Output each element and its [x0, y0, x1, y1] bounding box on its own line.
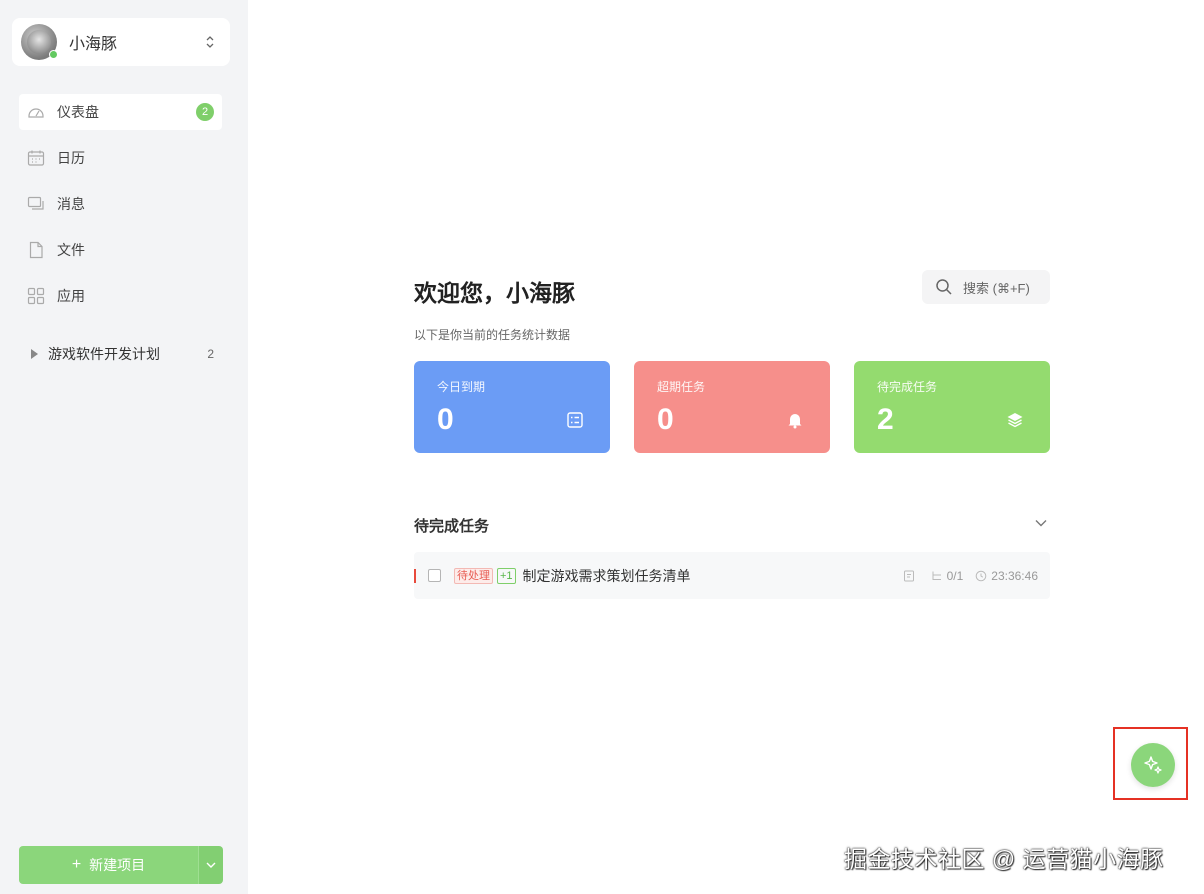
ai-assistant-button[interactable] — [1131, 743, 1175, 787]
online-status-dot — [49, 50, 58, 59]
nav-item-calendar[interactable]: 日历 — [19, 140, 222, 176]
stat-value: 0 — [437, 403, 454, 436]
sidebar: 小海豚 仪表盘 2 日历 消息 文件 应用 游戏软件开发计划 2 + 新建项目 — [0, 0, 248, 894]
task-file-meta — [903, 570, 919, 582]
task-checkbox[interactable] — [428, 569, 441, 582]
chevron-down-icon[interactable] — [1034, 516, 1048, 530]
search-label: 搜索 (⌘+F) — [963, 280, 1030, 296]
nav-item-messages[interactable]: 消息 — [19, 186, 222, 222]
apps-icon — [27, 287, 45, 305]
nav-item-dashboard[interactable]: 仪表盘 2 — [19, 94, 222, 130]
search-button[interactable]: 搜索 (⌘+F) — [922, 270, 1050, 304]
new-project-dropdown[interactable] — [198, 846, 223, 884]
stat-card-overdue[interactable]: 超期任务 0 — [634, 361, 830, 453]
stat-value: 0 — [657, 403, 674, 436]
nav-label: 消息 — [57, 196, 85, 212]
calendar-icon — [27, 149, 45, 167]
stat-card-pending[interactable]: 待完成任务 2 — [854, 361, 1050, 453]
status-badge: 待处理 — [454, 567, 493, 584]
sparkle-icon — [1144, 756, 1162, 774]
user-name: 小海豚 — [69, 36, 118, 53]
task-time-meta: 23:36:46 — [975, 569, 1038, 583]
nav-item-apps[interactable]: 应用 — [19, 278, 222, 314]
project-label: 游戏软件开发计划 — [48, 346, 160, 362]
message-icon — [27, 195, 45, 213]
section-title: 待完成任务 — [414, 518, 490, 535]
project-count: 2 — [207, 347, 214, 361]
calendar-list-icon — [567, 412, 583, 428]
chevron-up-down-icon — [200, 32, 220, 52]
nav-label: 文件 — [57, 242, 85, 258]
project-item[interactable]: 游戏软件开发计划 2 — [31, 343, 214, 365]
user-switcher[interactable]: 小海豚 — [12, 18, 230, 66]
nav-label: 日历 — [57, 150, 85, 166]
watermark: 掘金技术社区 @ 运营猫小海豚 — [844, 846, 1164, 872]
extra-badge: +1 — [497, 567, 516, 584]
search-icon — [936, 279, 952, 295]
stat-label: 超期任务 — [657, 380, 706, 394]
nav-badge: 2 — [196, 103, 214, 121]
new-project-group: + 新建项目 — [19, 846, 223, 884]
stat-value: 2 — [877, 403, 894, 436]
page-subtitle: 以下是你当前的任务统计数据 — [414, 328, 571, 342]
subtask-count: 0/1 — [946, 568, 964, 583]
caret-right-icon — [31, 349, 38, 359]
stat-label: 今日到期 — [437, 380, 486, 394]
stat-card-due-today[interactable]: 今日到期 0 — [414, 361, 610, 453]
dashboard-icon — [27, 103, 45, 121]
new-project-label: 新建项目 — [89, 857, 146, 873]
task-time: 23:36:46 — [991, 568, 1038, 583]
task-row[interactable]: 待处理 +1 制定游戏需求策划任务清单 0/1 23:36:46 — [414, 552, 1050, 599]
task-subtasks-meta: 0/1 — [931, 568, 964, 583]
chevron-down-icon — [206, 862, 216, 868]
nav-item-files[interactable]: 文件 — [19, 232, 222, 268]
clock-icon — [975, 570, 987, 581]
task-title: 制定游戏需求策划任务清单 — [522, 567, 691, 584]
file-icon — [27, 241, 45, 259]
stat-label: 待完成任务 — [877, 380, 938, 394]
nav-label: 应用 — [57, 288, 85, 304]
subtask-icon — [932, 571, 941, 580]
priority-bar — [414, 568, 416, 583]
page-title: 欢迎您，小海豚 — [414, 280, 575, 306]
file-icon — [903, 570, 914, 581]
bell-icon — [788, 414, 802, 429]
layers-icon — [1007, 413, 1023, 428]
avatar — [21, 24, 58, 60]
new-project-button[interactable]: + 新建项目 — [19, 846, 198, 884]
nav-label: 仪表盘 — [57, 104, 99, 120]
main-nav: 仪表盘 2 日历 消息 文件 应用 — [19, 94, 222, 324]
plus-icon: + — [71, 856, 82, 873]
